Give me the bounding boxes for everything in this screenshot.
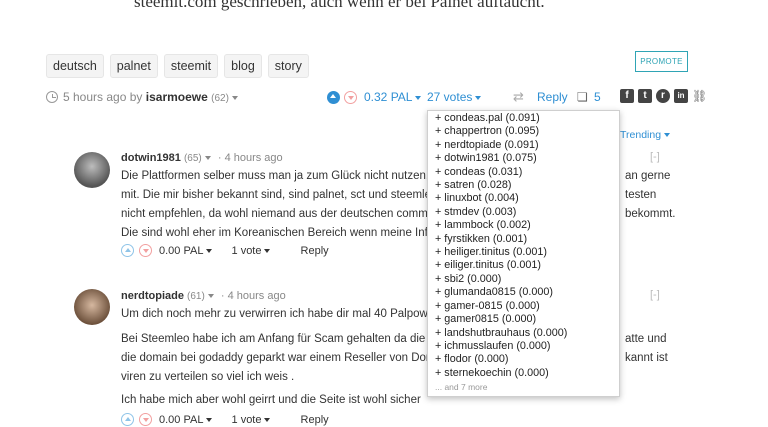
comment-votes[interactable]: 1 vote [232, 245, 262, 257]
upvote-icon[interactable] [121, 244, 134, 257]
comment-author-link[interactable]: nerdtopiade [121, 290, 184, 302]
reply-link[interactable]: Reply [537, 89, 568, 105]
voter-item[interactable]: + landshutbrauhaus (0.000) [435, 327, 619, 340]
twitter-icon[interactable]: t [638, 89, 652, 103]
comment-payout[interactable]: 0.00 PAL [159, 245, 203, 257]
downvote-icon[interactable] [139, 413, 152, 426]
avatar[interactable] [74, 289, 110, 325]
voter-item[interactable]: + gamer0815 (0.000) [435, 313, 619, 326]
sort-dropdown[interactable]: Trending [620, 129, 671, 141]
voter-item[interactable]: + glumanda0815 (0.000) [435, 286, 619, 299]
comments-count[interactable]: 5 [594, 89, 601, 105]
voter-item[interactable]: + ichmusslaufen (0.000) [435, 340, 619, 353]
post-payout[interactable]: 0.32 PAL [364, 89, 422, 105]
voter-item[interactable]: + nerdtopiade (0.091) [435, 139, 619, 152]
comment-paragraph-right: atte und kannt ist [625, 330, 685, 368]
comment-footer: 0.00 PAL 1 vote Reply [159, 413, 329, 427]
voter-item[interactable]: + condeas (0.031) [435, 166, 619, 179]
author-caret-icon[interactable] [207, 294, 214, 299]
author-caret-icon[interactable] [204, 156, 211, 161]
voter-item[interactable]: + sternekoechin (0.000) [435, 367, 619, 380]
sort-label[interactable]: Trending [620, 129, 661, 141]
post-author-link[interactable]: isarmoewe [146, 90, 208, 104]
reblog-icon[interactable]: ⇄ [513, 89, 524, 105]
comment-footer: 0.00 PAL 1 vote Reply [159, 244, 329, 258]
post-time-text: 5 hours ago [63, 90, 127, 104]
author-caret-icon[interactable] [231, 95, 238, 100]
voter-item[interactable]: + lammbock (0.002) [435, 219, 619, 232]
payout-caret-icon[interactable] [206, 249, 213, 254]
voter-item[interactable]: + dotwin1981 (0.075) [435, 152, 619, 165]
voter-item[interactable]: + condeas.pal (0.091) [435, 112, 619, 125]
reddit-icon[interactable]: r [656, 89, 670, 103]
tag-list: deutsch palnet steemit blog story [46, 54, 309, 78]
votes-caret-icon[interactable] [264, 418, 271, 423]
comment-author: dotwin1981 (65) · 4 hours ago [121, 152, 283, 164]
avatar[interactable] [74, 152, 110, 188]
votes-caret-icon[interactable] [264, 249, 271, 254]
sort-caret-icon[interactable] [664, 133, 671, 138]
post-time: 5 hours ago by isarmoewe (62) [63, 89, 238, 105]
comment-line-tail: bekommt. [625, 208, 676, 220]
voter-item[interactable]: + satren (0.028) [435, 179, 619, 192]
payout-caret-icon[interactable] [415, 95, 422, 100]
comment-reputation: (65) [183, 153, 202, 164]
comment-line-tail: atte und [625, 333, 667, 345]
by-label: by [129, 90, 143, 104]
payout-caret-icon[interactable] [206, 418, 213, 423]
comment-votes[interactable]: 1 vote [232, 414, 262, 426]
voter-item[interactable]: + chappertron (0.095) [435, 125, 619, 138]
voter-item[interactable]: + flodor (0.000) [435, 353, 619, 366]
comment-author: nerdtopiade (61) · 4 hours ago [121, 290, 286, 302]
tag-steemit[interactable]: steemit [163, 54, 219, 78]
downvote-icon[interactable] [344, 91, 357, 104]
votes-dropdown-toggle[interactable]: 27 votes [427, 89, 482, 105]
share-buttons: f t r in ⛓ [620, 89, 707, 103]
voters-dropdown: + condeas.pal (0.091) + chappertron (0.0… [427, 110, 620, 397]
tag-palnet[interactable]: palnet [109, 54, 158, 78]
voter-item[interactable]: + eiliger.tinitus (0.001) [435, 259, 619, 272]
comment-line-tail: kannt ist [625, 352, 668, 364]
tag-blog[interactable]: blog [224, 54, 262, 78]
comment-reputation: (61) [187, 291, 205, 302]
upvote-icon[interactable] [327, 91, 340, 104]
comment-author-link[interactable]: dotwin1981 [121, 152, 181, 164]
votes-label[interactable]: 27 votes [427, 90, 472, 104]
comment-time[interactable]: 4 hours ago [225, 152, 283, 164]
link-icon[interactable]: ⛓ [692, 89, 707, 103]
voter-item[interactable]: + linuxbot (0.004) [435, 192, 619, 205]
comment-reply-link[interactable]: Reply [301, 414, 329, 426]
comment-body-right: an gerne testen bekommt. [625, 167, 685, 224]
voter-item[interactable]: + heiliger.tinitus (0.001) [435, 246, 619, 259]
promote-button[interactable]: PROMOTE [635, 51, 688, 72]
more-voters-text: ... and 7 more [435, 382, 488, 393]
downvote-icon[interactable] [139, 244, 152, 257]
voter-item[interactable]: + sbi2 (0.000) [435, 273, 619, 286]
facebook-icon[interactable]: f [620, 89, 634, 103]
voter-item[interactable]: + gamer-0815 (0.000) [435, 300, 619, 313]
clock-icon [46, 91, 58, 103]
upvote-icon[interactable] [121, 413, 134, 426]
tag-deutsch[interactable]: deutsch [46, 54, 104, 78]
comment-payout[interactable]: 0.00 PAL [159, 414, 203, 426]
voter-item[interactable]: + stmdev (0.003) [435, 206, 619, 219]
comments-icon[interactable]: ❏ [577, 89, 588, 105]
votes-caret-icon[interactable] [475, 95, 482, 100]
linkedin-icon[interactable]: in [674, 89, 688, 103]
comment-reply-link[interactable]: Reply [301, 245, 329, 257]
collapse-button[interactable]: [-] [650, 151, 660, 163]
comment-line-tail: an gerne [625, 170, 671, 182]
comment-time[interactable]: 4 hours ago [228, 290, 286, 302]
post-body-last-line: steemit.com geschrieben, auch wenn er be… [134, 0, 545, 11]
tag-story[interactable]: story [267, 54, 309, 78]
comment-line-tail: testen [625, 189, 657, 201]
collapse-button[interactable]: [-] [650, 289, 660, 301]
post-payout-value[interactable]: 0.32 PAL [364, 90, 412, 104]
post-author-reputation: (62) [211, 93, 229, 104]
voter-item[interactable]: + fyrstikken (0.001) [435, 233, 619, 246]
